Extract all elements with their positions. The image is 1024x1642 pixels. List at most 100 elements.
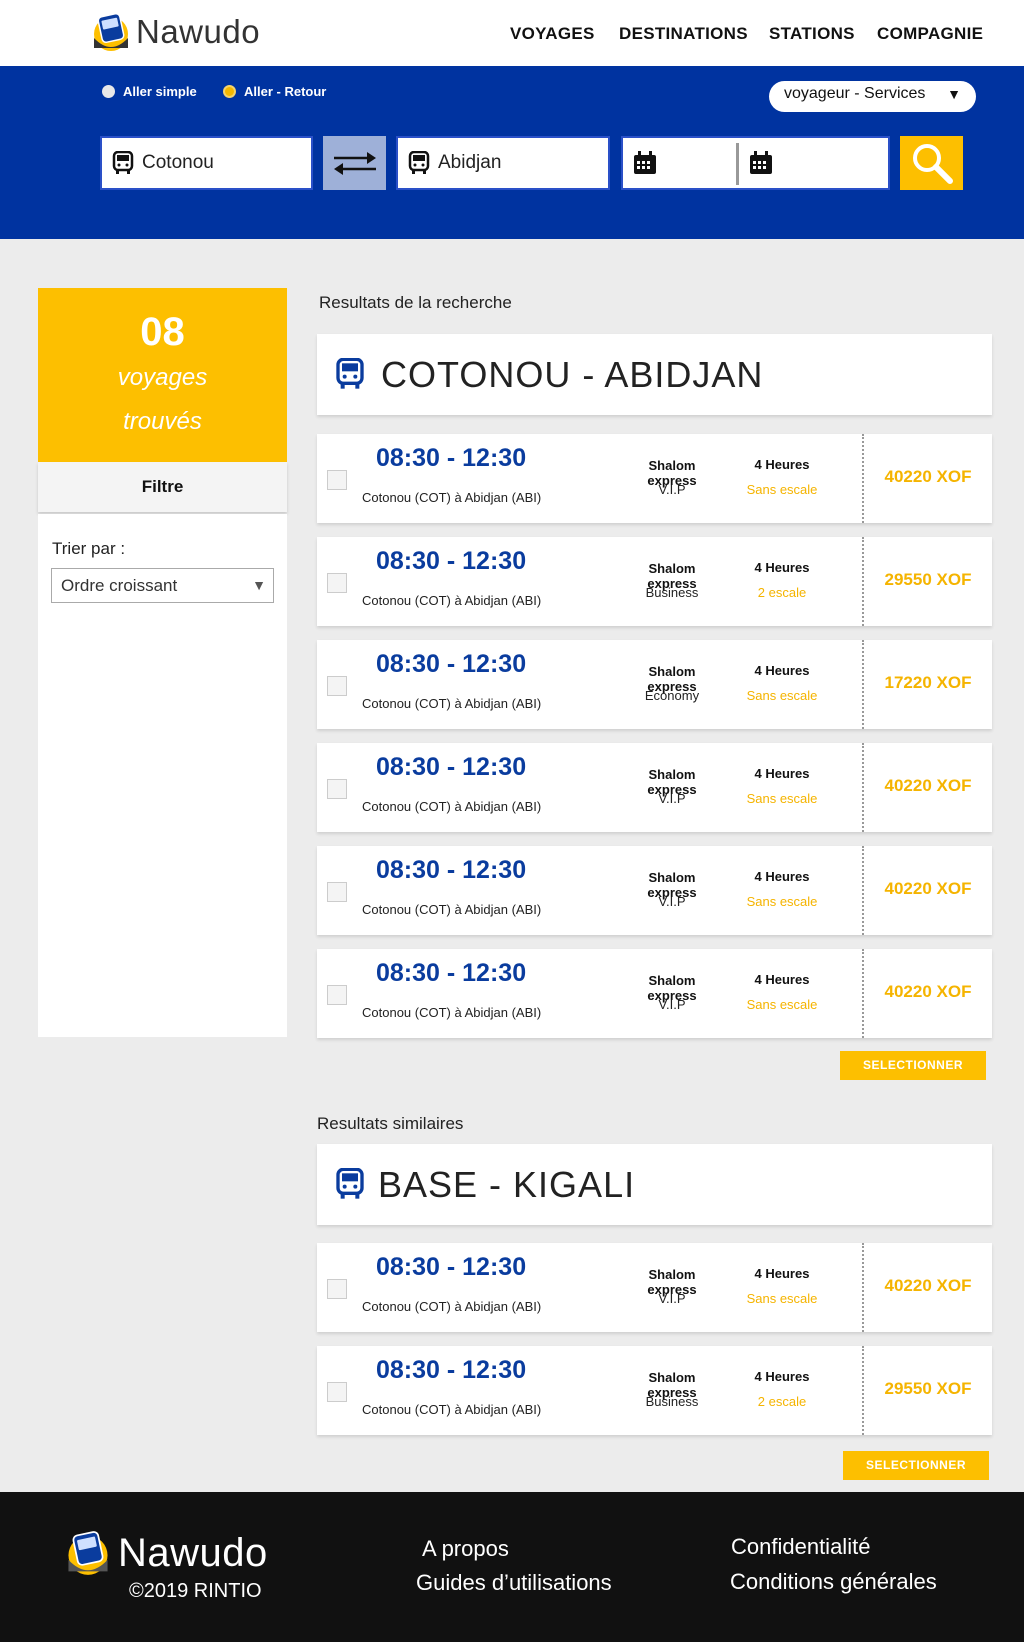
departure-calendar-icon[interactable]	[633, 151, 657, 175]
trip-path: Cotonou (COT) à Abidjan (ABI)	[362, 1402, 542, 1417]
swap-arrows-icon	[332, 150, 378, 176]
trip-path: Cotonou (COT) à Abidjan (ABI)	[362, 902, 542, 917]
trip-price: 40220 XOF	[884, 982, 972, 1001]
dropdown-arrow-icon: ▼	[947, 86, 961, 102]
similar-route-title: BASE - KIGALI	[378, 1164, 636, 1205]
trip-path: Cotonou (COT) à Abidjan (ABI)	[362, 1005, 542, 1020]
trip-time: 08:30 - 12:30	[376, 547, 527, 575]
search-button[interactable]	[900, 136, 963, 190]
trip-row[interactable]: 08:30 - 12:30 Cotonou (COT) à Abidjan (AB…	[317, 1243, 992, 1332]
trip-stops: Sans escale	[746, 482, 818, 497]
radio-off-icon	[102, 85, 115, 98]
trip-class: V.I.P	[658, 791, 686, 806]
trip-row[interactable]: 08:30 - 12:30 Cotonou (COT) à Abidjan (AB…	[317, 846, 992, 935]
nav-compagnie[interactable]: COMPAGNIE	[877, 24, 983, 44]
trip-time: 08:30 - 12:30	[376, 959, 527, 987]
footer-link-privacy[interactable]: Confidentialité	[731, 1534, 870, 1560]
trip-price: 29550 XOF	[884, 570, 972, 589]
results-count: 08	[140, 310, 185, 354]
return-calendar-icon[interactable]	[749, 151, 773, 175]
date-range-field	[621, 136, 890, 190]
trip-class: Business	[645, 1394, 699, 1409]
trip-checkbox[interactable]	[327, 985, 347, 1005]
footer-logo[interactable]: Nawudo	[66, 1530, 268, 1576]
trip-checkbox[interactable]	[327, 470, 347, 490]
trip-checkbox[interactable]	[327, 882, 347, 902]
trip-duration: 4 Heures	[754, 457, 810, 472]
radio-one-way[interactable]: Aller simple	[102, 84, 197, 99]
select-button[interactable]: SELECTIONNER	[840, 1051, 986, 1080]
trip-time: 08:30 - 12:30	[376, 1253, 527, 1281]
trip-time: 08:30 - 12:30	[376, 444, 527, 472]
footer: Nawudo ©2019 RINTIO A propos Guides d’ut…	[0, 1492, 1024, 1642]
trip-row[interactable]: 08:30 - 12:30 Cotonou (COT) à Abidjan (AB…	[317, 434, 992, 523]
filter-header[interactable]: Filtre	[38, 462, 287, 512]
sort-select[interactable]: Ordre croissant ▼	[51, 568, 274, 603]
trip-duration: 4 Heures	[754, 766, 810, 781]
trip-checkbox[interactable]	[327, 779, 347, 799]
trip-duration: 4 Heures	[754, 869, 810, 884]
date-divider	[736, 143, 739, 185]
trip-price: 29550 XOF	[884, 1379, 972, 1398]
top-header: Nawudo VOYAGES DESTINATIONS STATIONS COM…	[0, 0, 1024, 66]
trip-price: 17220 XOF	[884, 673, 972, 692]
route-header: COTONOU - ABIDJAN	[317, 334, 992, 415]
sort-label: Trier par :	[52, 539, 126, 558]
brand-name: Nawudo	[136, 13, 261, 50]
trip-checkbox[interactable]	[327, 676, 347, 696]
nav-stations[interactable]: STATIONS	[769, 24, 855, 44]
trip-class: Economy	[644, 688, 700, 703]
trip-class: V.I.P	[658, 1291, 686, 1306]
trip-price: 40220 XOF	[884, 1276, 972, 1295]
nav-destinations[interactable]: DESTINATIONS	[619, 24, 748, 44]
trip-class: V.I.P	[658, 482, 686, 497]
search-band: Aller simple Aller - Retour voyageur - S…	[0, 66, 1024, 239]
footer-link-about[interactable]: A propos	[422, 1536, 509, 1562]
footer-link-guides[interactable]: Guides d’utilisations	[416, 1570, 612, 1596]
trip-time: 08:30 - 12:30	[376, 1356, 527, 1384]
trip-price: 40220 XOF	[884, 879, 972, 898]
trip-duration: 4 Heures	[754, 972, 810, 987]
trip-row[interactable]: 08:30 - 12:30 Cotonou (COT) à Abidjan (AB…	[317, 949, 992, 1038]
from-field[interactable]: Cotonou	[100, 136, 313, 190]
trip-row[interactable]: 08:30 - 12:30 Cotonou (COT) à Abidjan (AB…	[317, 1346, 992, 1435]
brand-logo[interactable]: Nawudo	[92, 12, 260, 52]
route-title: COTONOU - ABIDJAN	[381, 354, 764, 395]
trip-time: 08:30 - 12:30	[376, 753, 527, 781]
bus-icon	[335, 357, 365, 395]
radio-round-trip[interactable]: Aller - Retour	[223, 84, 326, 99]
trip-price: 40220 XOF	[884, 467, 972, 486]
results-count-label-2: trouvés	[123, 408, 202, 435]
trip-row[interactable]: 08:30 - 12:30 Cotonou (COT) à Abidjan (AB…	[317, 743, 992, 832]
trip-duration: 4 Heures	[754, 1369, 810, 1384]
results-title: Resultats de la recherche	[319, 293, 512, 312]
trip-row[interactable]: 08:30 - 12:30 Cotonou (COT) à Abidjan (AB…	[317, 640, 992, 729]
trip-path: Cotonou (COT) à Abidjan (ABI)	[362, 696, 542, 711]
to-field[interactable]: Abidjan	[396, 136, 610, 190]
trip-class: Business	[645, 585, 699, 600]
bus-logo-icon	[66, 1530, 110, 1576]
radio-on-icon	[223, 85, 236, 98]
trip-stops: 2 escale	[757, 1394, 807, 1409]
trip-checkbox[interactable]	[327, 573, 347, 593]
search-icon	[911, 142, 953, 184]
similar-route-header: BASE - KIGALI	[317, 1144, 992, 1225]
results-count-card: 08 voyages trouvés	[38, 288, 287, 462]
bus-icon	[408, 151, 430, 175]
trip-duration: 4 Heures	[754, 560, 810, 575]
nav-voyages[interactable]: VOYAGES	[510, 24, 595, 44]
trip-time: 08:30 - 12:30	[376, 650, 527, 678]
select-button-similar[interactable]: SELECTIONNER	[843, 1451, 989, 1480]
trip-checkbox[interactable]	[327, 1382, 347, 1402]
trip-stops: Sans escale	[746, 894, 818, 909]
swap-button[interactable]	[323, 136, 386, 190]
footer-link-terms[interactable]: Conditions générales	[730, 1569, 937, 1595]
trip-stops: 2 escale	[757, 585, 807, 600]
trip-row[interactable]: 08:30 - 12:30 Cotonou (COT) à Abidjan (AB…	[317, 537, 992, 626]
dropdown-arrow-icon: ▼	[252, 577, 266, 593]
trip-checkbox[interactable]	[327, 1279, 347, 1299]
services-select[interactable]: voyageur - Services ▼	[769, 81, 976, 112]
trip-stops: Sans escale	[746, 688, 818, 703]
from-value: Cotonou	[142, 152, 214, 173]
trip-duration: 4 Heures	[754, 663, 810, 678]
